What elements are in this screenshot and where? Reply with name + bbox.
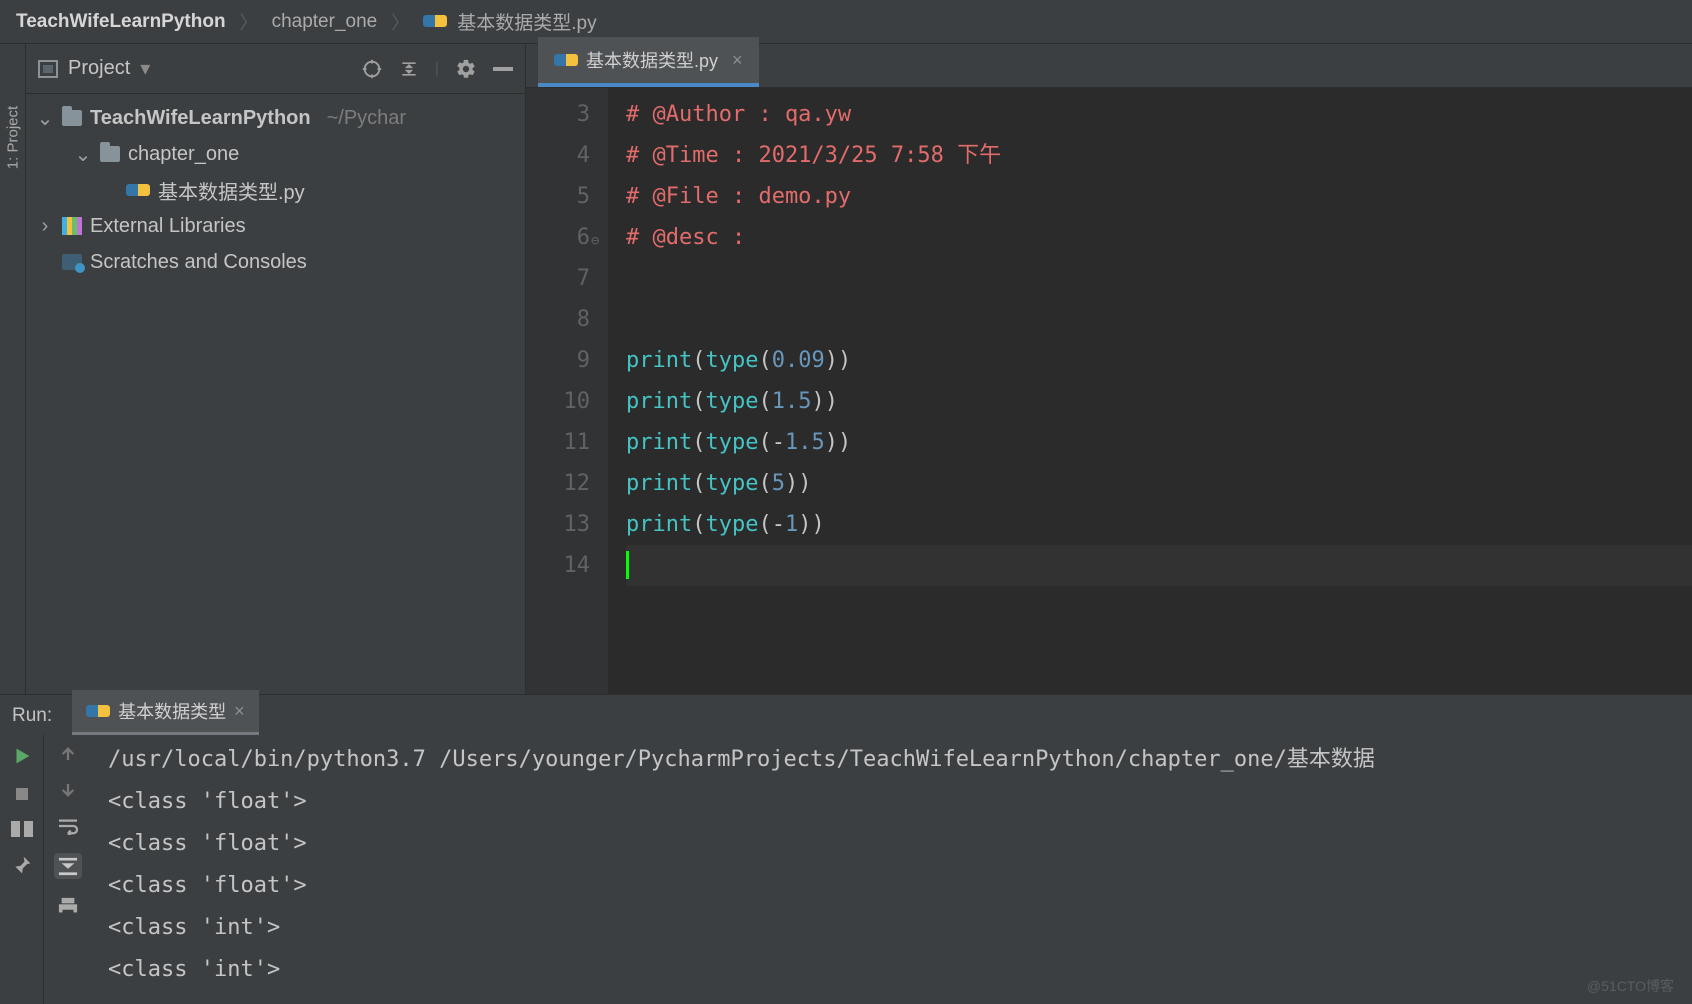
library-icon [62,217,82,235]
chevron-right-icon: › [36,215,54,238]
close-icon[interactable]: × [234,701,245,722]
run-tab-label: 基本数据类型 [118,698,226,724]
hide-icon[interactable] [493,67,513,71]
scratch-icon [62,254,82,270]
tree-root-label: TeachWifeLearnPython [90,107,311,130]
editor-tab-label: 基本数据类型.py [586,47,718,73]
tree-scratches[interactable]: Scratches and Consoles [26,244,525,280]
print-icon[interactable] [57,897,79,917]
collapse-all-icon[interactable] [399,59,419,79]
code-content[interactable]: ⊖ # @Author : qa.yw# @Time : 2021/3/25 7… [608,88,1692,694]
run-icon[interactable] [11,745,33,767]
sidebar-header: Project ▾ | [26,44,525,94]
project-tree: ⌄ TeachWifeLearnPython ~/Pychar ⌄ chapte… [26,94,525,286]
breadcrumb-root[interactable]: TeachWifeLearnPython [16,11,226,33]
folder-icon [100,146,120,162]
breadcrumb: TeachWifeLearnPython 〉 chapter_one 〉 基本数… [0,0,1692,44]
editor: 基本数据类型.py × 34567891011121314 ⊖ # @Autho… [526,44,1692,694]
watermark: @51CTO博客 [1587,976,1674,996]
tree-extlib-label: External Libraries [90,215,246,238]
chevron-down-icon: ⌄ [74,142,92,167]
chevron-right-icon: 〉 [230,9,268,35]
editor-tabs: 基本数据类型.py × [526,44,1692,88]
tree-folder[interactable]: ⌄ chapter_one [26,136,525,172]
python-file-icon [126,184,150,196]
layout-icon[interactable] [11,821,33,837]
run-panel: Run: 基本数据类型 × /usr/local/bin/python3 [0,694,1692,1004]
breadcrumb-folder[interactable]: chapter_one [272,11,378,33]
tree-folder-label: chapter_one [128,143,239,166]
sidebar-title[interactable]: Project [68,57,130,80]
up-arrow-icon[interactable] [59,745,77,763]
tree-external-libs[interactable]: › External Libraries [26,208,525,244]
project-view-icon [38,60,58,78]
stop-icon[interactable] [13,785,31,803]
run-header: Run: 基本数据类型 × [0,695,1692,735]
project-sidebar: Project ▾ | ⌄ [26,44,526,694]
python-file-icon [423,11,447,33]
dropdown-icon[interactable]: ▾ [140,56,150,81]
tree-file[interactable]: 基本数据类型.py [26,172,525,208]
chevron-down-icon: ⌄ [36,106,54,131]
tree-root[interactable]: ⌄ TeachWifeLearnPython ~/Pychar [26,100,525,136]
line-gutter: 34567891011121314 [526,88,608,694]
fold-marker-icon[interactable]: ⊖ [591,221,599,262]
code-area[interactable]: 34567891011121314 ⊖ # @Author : qa.yw# @… [526,88,1692,694]
folder-icon [62,110,82,126]
project-tool-tab[interactable]: 1: Project [4,106,21,169]
run-label: Run: [12,705,52,735]
run-toolbar-secondary [44,735,92,1004]
console-output[interactable]: /usr/local/bin/python3.7 /Users/younger/… [92,735,1692,1004]
tree-scratch-label: Scratches and Consoles [90,251,307,274]
down-arrow-icon[interactable] [59,781,77,799]
left-tool-strip: 1: Project [0,44,26,694]
tree-root-path: ~/Pychar [327,107,406,130]
python-file-icon [86,705,110,717]
run-tab[interactable]: 基本数据类型 × [72,690,259,735]
soft-wrap-icon[interactable] [57,817,79,835]
python-file-icon [554,54,578,66]
settings-icon[interactable] [455,58,477,80]
run-toolbar-primary [0,735,44,1004]
close-icon[interactable]: × [732,50,743,71]
scroll-to-end-icon[interactable] [54,853,82,879]
locate-icon[interactable] [361,58,383,80]
tree-file-label: 基本数据类型.py [158,176,305,205]
breadcrumb-file[interactable]: 基本数据类型.py [457,8,596,35]
editor-tab[interactable]: 基本数据类型.py × [538,37,759,87]
chevron-right-icon: 〉 [381,9,419,35]
pin-icon[interactable] [12,855,32,875]
